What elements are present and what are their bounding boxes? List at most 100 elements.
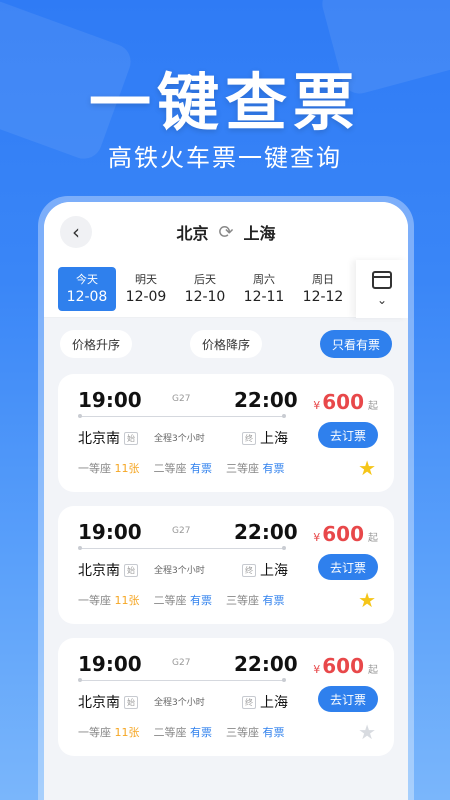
price-value: 600 (322, 522, 364, 546)
arrival-time: 22:00 (234, 520, 298, 544)
seat-third-class: 三等座 有票 (226, 592, 285, 608)
station-name: 上海 (260, 563, 288, 579)
seat-count: 有票 (262, 594, 285, 607)
seat-label: 三等座 (226, 726, 259, 739)
arrival-time: 22:00 (234, 652, 298, 676)
departure-time: 19:00 (78, 520, 142, 544)
seat-label: 二等座 (153, 726, 187, 739)
seat-third-class: 三等座 有票 (226, 460, 285, 476)
price: ¥ 600 起 (313, 654, 378, 678)
date-name: 后天 (194, 272, 216, 286)
station-name: 北京南 (78, 695, 120, 711)
route-header: 北京 ⟳ 上海 (44, 220, 408, 244)
date-value: 12-08 (66, 288, 108, 305)
date-value: 12-12 (302, 288, 344, 305)
seat-count: 有票 (262, 726, 285, 739)
route-line (78, 414, 286, 418)
date-tab-today[interactable]: 今天 12-08 (58, 266, 116, 311)
date-name: 今天 (76, 272, 98, 286)
star-icon[interactable]: ★ (358, 456, 376, 480)
duration: 全程3个小时 (154, 698, 205, 708)
train-number: G27 (172, 526, 191, 536)
book-ticket-button[interactable]: 去订票 (318, 554, 378, 580)
hero-title: 一键查票 (88, 66, 361, 139)
chevron-down-icon: ⌄ (376, 293, 388, 307)
seat-count: 有票 (190, 726, 212, 739)
sort-price-asc-button[interactable]: 价格升序 (60, 330, 133, 358)
station-name: 北京南 (78, 563, 120, 579)
date-value: 12-10 (184, 288, 226, 305)
star-icon[interactable]: ★ (358, 720, 376, 744)
route-line (78, 678, 286, 682)
date-selector: 今天 12-08 明天 12-09 后天 12-10 周六 12-11 周日 1… (44, 260, 408, 318)
top-bar: ‹ 北京 ⟳ 上海 (44, 202, 408, 260)
departure-station: 北京南 始 (78, 428, 138, 448)
station-name: 上海 (260, 431, 288, 447)
app-screen: ‹ 北京 ⟳ 上海 今天 12-08 明天 12-09 后天 12-10 周六 (44, 202, 408, 800)
seat-count: 11张 (114, 594, 140, 607)
seat-label: 一等座 (78, 462, 111, 475)
seat-availability: 一等座 11张 二等座 有票 三等座 有票 (78, 724, 285, 740)
price-suffix: 起 (368, 665, 378, 676)
train-card[interactable]: 19:00 G27 22:00 北京南 始 全程3个小时 终 上海 一等座 11… (58, 374, 394, 492)
currency-symbol: ¥ (313, 663, 321, 676)
currency-symbol: ¥ (313, 399, 321, 412)
departure-time: 19:00 (78, 652, 142, 676)
train-card[interactable]: 19:00 G27 22:00 北京南 始 全程3个小时 终 上海 一等座 11… (58, 506, 394, 624)
book-ticket-button[interactable]: 去订票 (318, 422, 378, 448)
seat-label: 三等座 (226, 594, 259, 607)
date-name: 明天 (135, 272, 157, 286)
duration: 全程3个小时 (154, 566, 205, 576)
book-ticket-button[interactable]: 去订票 (318, 686, 378, 712)
origin-tag: 始 (124, 695, 138, 709)
seat-first-class: 一等座 11张 (78, 592, 140, 608)
seat-label: 三等座 (226, 462, 259, 475)
seat-label: 一等座 (78, 594, 111, 607)
terminal-tag: 终 (242, 563, 256, 577)
train-number: G27 (172, 394, 191, 404)
price: ¥ 600 起 (313, 390, 378, 414)
arrival-station: 终 上海 (242, 428, 288, 448)
seat-second-class: 二等座 有票 (154, 460, 213, 476)
date-tab[interactable]: 后天 12-10 (176, 267, 234, 311)
date-value: 12-09 (125, 288, 167, 305)
hero-subtitle: 高铁火车票一键查询 (108, 144, 342, 172)
train-number: G27 (172, 658, 191, 668)
seat-label: 二等座 (153, 462, 187, 475)
origin-tag: 始 (124, 563, 138, 577)
seat-count: 有票 (262, 462, 285, 475)
price: ¥ 600 起 (313, 522, 378, 546)
arrival-station: 终 上海 (242, 692, 288, 712)
price-suffix: 起 (368, 401, 378, 412)
sort-price-desc-button[interactable]: 价格降序 (189, 330, 262, 358)
only-available-button[interactable]: 只看有票 (319, 330, 392, 358)
duration: 全程3个小时 (154, 434, 205, 444)
departure-station: 北京南 始 (78, 560, 138, 580)
station-name: 北京南 (78, 431, 120, 447)
from-city[interactable]: 北京 (176, 220, 208, 244)
filter-bar: 价格升序 价格降序 只看有票 (44, 318, 408, 366)
arrival-station: 终 上海 (242, 560, 288, 580)
seat-second-class: 二等座 有票 (154, 592, 213, 608)
date-tab[interactable]: 周六 12-11 (235, 267, 293, 311)
origin-tag: 始 (124, 431, 138, 445)
star-icon[interactable]: ★ (358, 588, 376, 612)
price-suffix: 起 (368, 533, 378, 544)
departure-station: 北京南 始 (78, 692, 138, 712)
terminal-tag: 终 (242, 431, 256, 445)
date-tab[interactable]: 明天 12-09 (117, 267, 175, 311)
seat-third-class: 三等座 有票 (226, 724, 285, 740)
swap-icon[interactable]: ⟳ (218, 222, 233, 243)
calendar-button[interactable]: ⌄ (356, 260, 408, 318)
train-card[interactable]: 19:00 G27 22:00 北京南 始 全程3个小时 终 上海 一等座 11… (58, 638, 394, 756)
date-tab[interactable]: 周日 12-12 (294, 267, 352, 311)
date-name: 周日 (312, 272, 334, 286)
route-line (78, 546, 286, 550)
price-value: 600 (322, 390, 364, 414)
seat-label: 二等座 (153, 594, 187, 607)
arrival-time: 22:00 (234, 388, 298, 412)
date-name: 周六 (253, 272, 275, 286)
seat-availability: 一等座 11张 二等座 有票 三等座 有票 (78, 460, 285, 476)
seat-count: 有票 (190, 462, 212, 475)
to-city[interactable]: 上海 (244, 220, 276, 244)
